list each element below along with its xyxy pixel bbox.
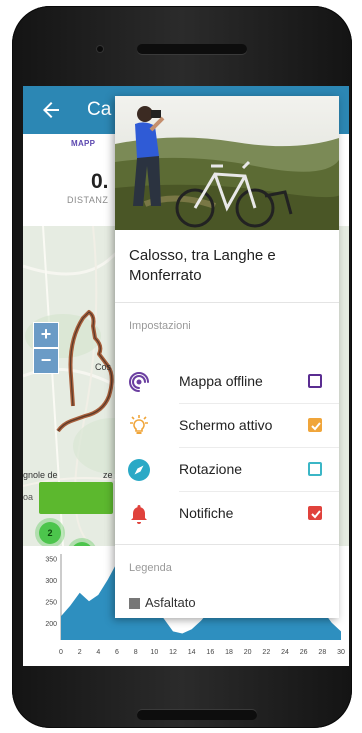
x-tick-label: 2 [78,649,82,656]
zoom-out-button[interactable]: − [33,348,59,374]
zoom-in-button[interactable]: + [33,322,59,348]
map-place-label: oa [23,492,34,502]
setting-row-notifications[interactable]: Notifiche [115,492,339,536]
y-tick-label: 250 [45,599,57,606]
x-tick-label: 10 [150,649,158,656]
x-tick-label: 8 [134,649,138,656]
rotation-checkbox[interactable] [308,462,322,476]
settings-section-header: Impostazioni [129,320,191,332]
legend-swatch [129,598,140,609]
x-tick-label: 4 [96,649,100,656]
x-tick-label: 22 [262,649,270,656]
y-tick-label: 200 [45,621,57,628]
x-tick-label: 12 [169,649,177,656]
setting-label: Schermo attivo [179,417,273,433]
x-tick-label: 24 [281,649,289,656]
setting-row-rotation[interactable]: Rotazione [115,448,339,492]
divider [115,544,339,545]
x-tick-label: 0 [59,649,63,656]
brand-logo: MAPP [71,139,96,148]
x-tick-label: 30 [337,649,345,656]
x-tick-label: 14 [188,649,196,656]
y-tick-label: 300 [45,578,57,585]
x-tick-label: 6 [115,649,119,656]
divider [115,302,339,303]
legend-label: Asfaltato [145,595,196,610]
page-title: Ca [87,99,112,120]
compass-icon [128,459,150,481]
bottom-speaker [137,710,257,720]
setting-row-offline-map[interactable]: Mappa offline [115,360,339,404]
map-cluster-marker[interactable]: 2 [39,522,61,544]
x-tick-label: 28 [318,649,326,656]
route-title: Calosso, tra Langhe e Monferrato [129,247,276,284]
setting-label: Mappa offline [179,373,263,389]
map-place-label: gnole de [23,470,58,480]
back-arrow-icon[interactable] [39,98,63,122]
map-place-label: ze [103,470,113,480]
legend-section-header: Legenda [129,562,172,574]
screen-active-checkbox[interactable] [308,418,322,432]
notifications-checkbox[interactable] [308,506,322,520]
offline-map-checkbox[interactable] [308,374,322,388]
x-tick-label: 18 [225,649,233,656]
distance-value: 0. [91,170,109,193]
navigation-drawer: Calosso, tra Langhe e Monferrato Imposta… [115,96,339,618]
start-button[interactable] [39,482,113,514]
map-place-label: Cos [95,362,112,372]
earpiece-speaker [137,44,247,54]
front-camera [97,46,103,52]
y-tick-label: 350 [45,556,57,563]
app-screen: Ca MAPP 0. DISTANZ + − Cos gnole de ze 2… [23,86,349,666]
setting-label: Notifiche [179,505,234,521]
distance-label: DISTANZ [67,195,109,205]
lightbulb-icon [130,415,148,434]
x-tick-label: 26 [300,649,308,656]
offline-map-icon [129,372,149,392]
x-tick-label: 16 [206,649,214,656]
route-cover-photo [115,96,339,230]
setting-label: Rotazione [179,461,243,477]
bell-icon [131,505,147,524]
x-tick-label: 20 [244,649,252,656]
setting-row-screen-active[interactable]: Schermo attivo [115,404,339,448]
